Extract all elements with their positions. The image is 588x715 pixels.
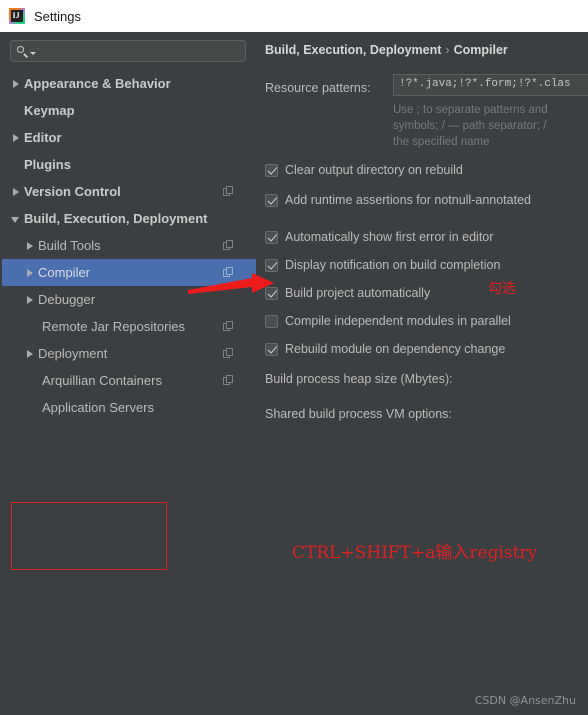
sidebar-item-label: Compiler (38, 265, 91, 280)
sidebar-item-label: Version Control (24, 184, 121, 199)
sidebar-item-label: Application Servers (42, 400, 154, 415)
search-everywhere-popup: @RequestMapping("/check") All Classes Fi… (0, 440, 588, 715)
sidebar-item-label: Build Tools (38, 238, 101, 253)
sidebar-item-version-control[interactable]: Version Control (2, 178, 256, 205)
checkbox-row-add-runtime-assertions[interactable]: Add runtime assertions for notnull-annot… (265, 191, 531, 209)
intellij-idea-icon: IJ (9, 8, 25, 24)
sidebar-item-debugger[interactable]: Debugger (2, 286, 256, 313)
checkbox-label: Display notification on build completion (285, 258, 501, 272)
checkbox-row-automatically-show-first-error[interactable]: Automatically show first error in editor (265, 228, 493, 246)
sidebar-item-application-servers[interactable]: Application Servers (2, 394, 256, 421)
sidebar-item-label: Deployment (38, 346, 108, 361)
checkbox-label: Clear output directory on rebuild (285, 163, 463, 177)
hint-line-1: Use ; to separate patterns and (393, 104, 548, 116)
checkbox-compile-independent-modules[interactable] (265, 314, 278, 328)
chinese-annotation-shortcut-note: CTRL+SHIFT+a输入registry (292, 543, 538, 563)
copy-settings-icon[interactable] (223, 186, 234, 197)
breadcrumb-current: Compiler (453, 43, 508, 57)
checkbox-row-build-project-automatically[interactable]: Build project automatically (265, 284, 430, 302)
settings-sidebar: Appearance & Behavior Keymap Editor Plug… (2, 32, 256, 440)
checkbox-label: Automatically show first error in editor (285, 230, 494, 244)
chevron-down-icon[interactable] (30, 51, 36, 55)
chevron-right-icon[interactable] (24, 267, 36, 279)
checkbox-build-project-automatically[interactable] (265, 286, 278, 300)
window-title: Settings (34, 8, 81, 24)
copy-settings-icon[interactable] (223, 240, 234, 251)
build-process-heap-size-label: Build process heap size (Mbytes): (265, 372, 453, 386)
shared-build-process-vm-options-label: Shared build process VM options: (265, 407, 452, 421)
chevron-right-icon[interactable] (10, 78, 22, 90)
sidebar-item-editor[interactable]: Editor (2, 124, 256, 151)
checkbox-label: Rebuild module on dependency change (285, 342, 506, 356)
chinese-annotation-checkbox-note: 勾选 (488, 281, 516, 297)
checkbox-row-compile-independent-modules[interactable]: Compile independent modules in parallel (265, 312, 511, 330)
sidebar-item-build-execution-deployment[interactable]: Build, Execution, Deployment (2, 205, 256, 232)
checkbox-display-notification[interactable] (265, 258, 278, 272)
hint-line-3: the specified name (393, 136, 490, 148)
csdn-watermark: CSDN @AnsenZhu (474, 694, 576, 707)
resource-patterns-label: Resource patterns: (265, 81, 371, 95)
sidebar-item-label: Appearance & Behavior (24, 76, 171, 91)
chevron-right-icon[interactable] (10, 132, 22, 144)
chevron-down-icon[interactable] (10, 213, 22, 225)
checkbox-add-runtime-assertions[interactable] (265, 193, 278, 207)
checkbox-row-display-notification[interactable]: Display notification on build completion (265, 256, 500, 274)
sidebar-item-label: Build, Execution, Deployment (24, 211, 208, 226)
sidebar-item-label: Keymap (24, 103, 75, 118)
search-icon (17, 45, 28, 58)
sidebar-item-label: Debugger (38, 292, 96, 307)
copy-settings-icon[interactable] (223, 321, 234, 332)
breadcrumb-parent[interactable]: Build, Execution, Deployment (265, 43, 441, 57)
settings-dialog: IJ Settings Appearance & Behavior Keymap (0, 0, 588, 440)
settings-titlebar: IJ Settings (0, 0, 588, 32)
settings-body: Appearance & Behavior Keymap Editor Plug… (0, 32, 588, 440)
resource-patterns-input[interactable]: !?*.java;!?*.form;!?*.clas (393, 74, 588, 96)
copy-settings-icon[interactable] (223, 348, 234, 359)
checkbox-label: Build project automatically (285, 286, 431, 300)
sidebar-item-arquillian-containers[interactable]: Arquillian Containers (2, 367, 256, 394)
copy-settings-icon[interactable] (223, 375, 234, 386)
chevron-right-icon[interactable] (24, 240, 36, 252)
resource-patterns-row: Resource patterns: (265, 77, 371, 95)
breadcrumb: Build, Execution, Deployment › Compiler (265, 43, 508, 57)
chevron-right-icon[interactable] (24, 294, 36, 306)
checkbox-clear-output-directory[interactable] (265, 163, 278, 177)
checkbox-automatically-show-first-error[interactable] (265, 230, 278, 244)
checkbox-label: Compile independent modules in parallel (285, 314, 511, 328)
sidebar-item-label: Arquillian Containers (42, 373, 162, 388)
hint-line-2: symbols; / — path separator; / (393, 120, 547, 132)
sidebar-item-compiler[interactable]: Compiler (2, 259, 256, 286)
sidebar-item-label: Editor (24, 130, 62, 145)
settings-tree: Appearance & Behavior Keymap Editor Plug… (2, 70, 256, 421)
sidebar-item-remote-jar-repositories[interactable]: Remote Jar Repositories (2, 313, 256, 340)
sidebar-item-keymap[interactable]: Keymap (2, 97, 256, 124)
resource-patterns-hint: Use ; to separate patterns and symbols; … (393, 102, 588, 150)
compiler-settings-panel: Build, Execution, Deployment › Compiler Re… (256, 32, 588, 440)
checkbox-row-rebuild-module-on-dependency-change[interactable]: Rebuild module on dependency change (265, 340, 505, 358)
settings-search-input[interactable] (10, 40, 246, 62)
sidebar-item-label: Remote Jar Repositories (42, 319, 186, 334)
sidebar-item-build-tools[interactable]: Build Tools (2, 232, 256, 259)
sidebar-item-appearance-behavior[interactable]: Appearance & Behavior (2, 70, 256, 97)
sidebar-item-plugins[interactable]: Plugins (2, 151, 256, 178)
sidebar-item-label: Plugins (24, 157, 71, 172)
chevron-right-icon[interactable] (24, 348, 36, 360)
checkbox-label: Add runtime assertions for notnull-annot… (285, 193, 531, 207)
breadcrumb-separator-icon: › (445, 43, 450, 57)
copy-settings-icon[interactable] (223, 267, 234, 278)
checkbox-rebuild-module-on-dependency-change[interactable] (265, 342, 278, 356)
checkbox-row-clear-output-directory[interactable]: Clear output directory on rebuild (265, 161, 463, 179)
sidebar-item-deployment[interactable]: Deployment (2, 340, 256, 367)
chevron-right-icon[interactable] (10, 186, 22, 198)
